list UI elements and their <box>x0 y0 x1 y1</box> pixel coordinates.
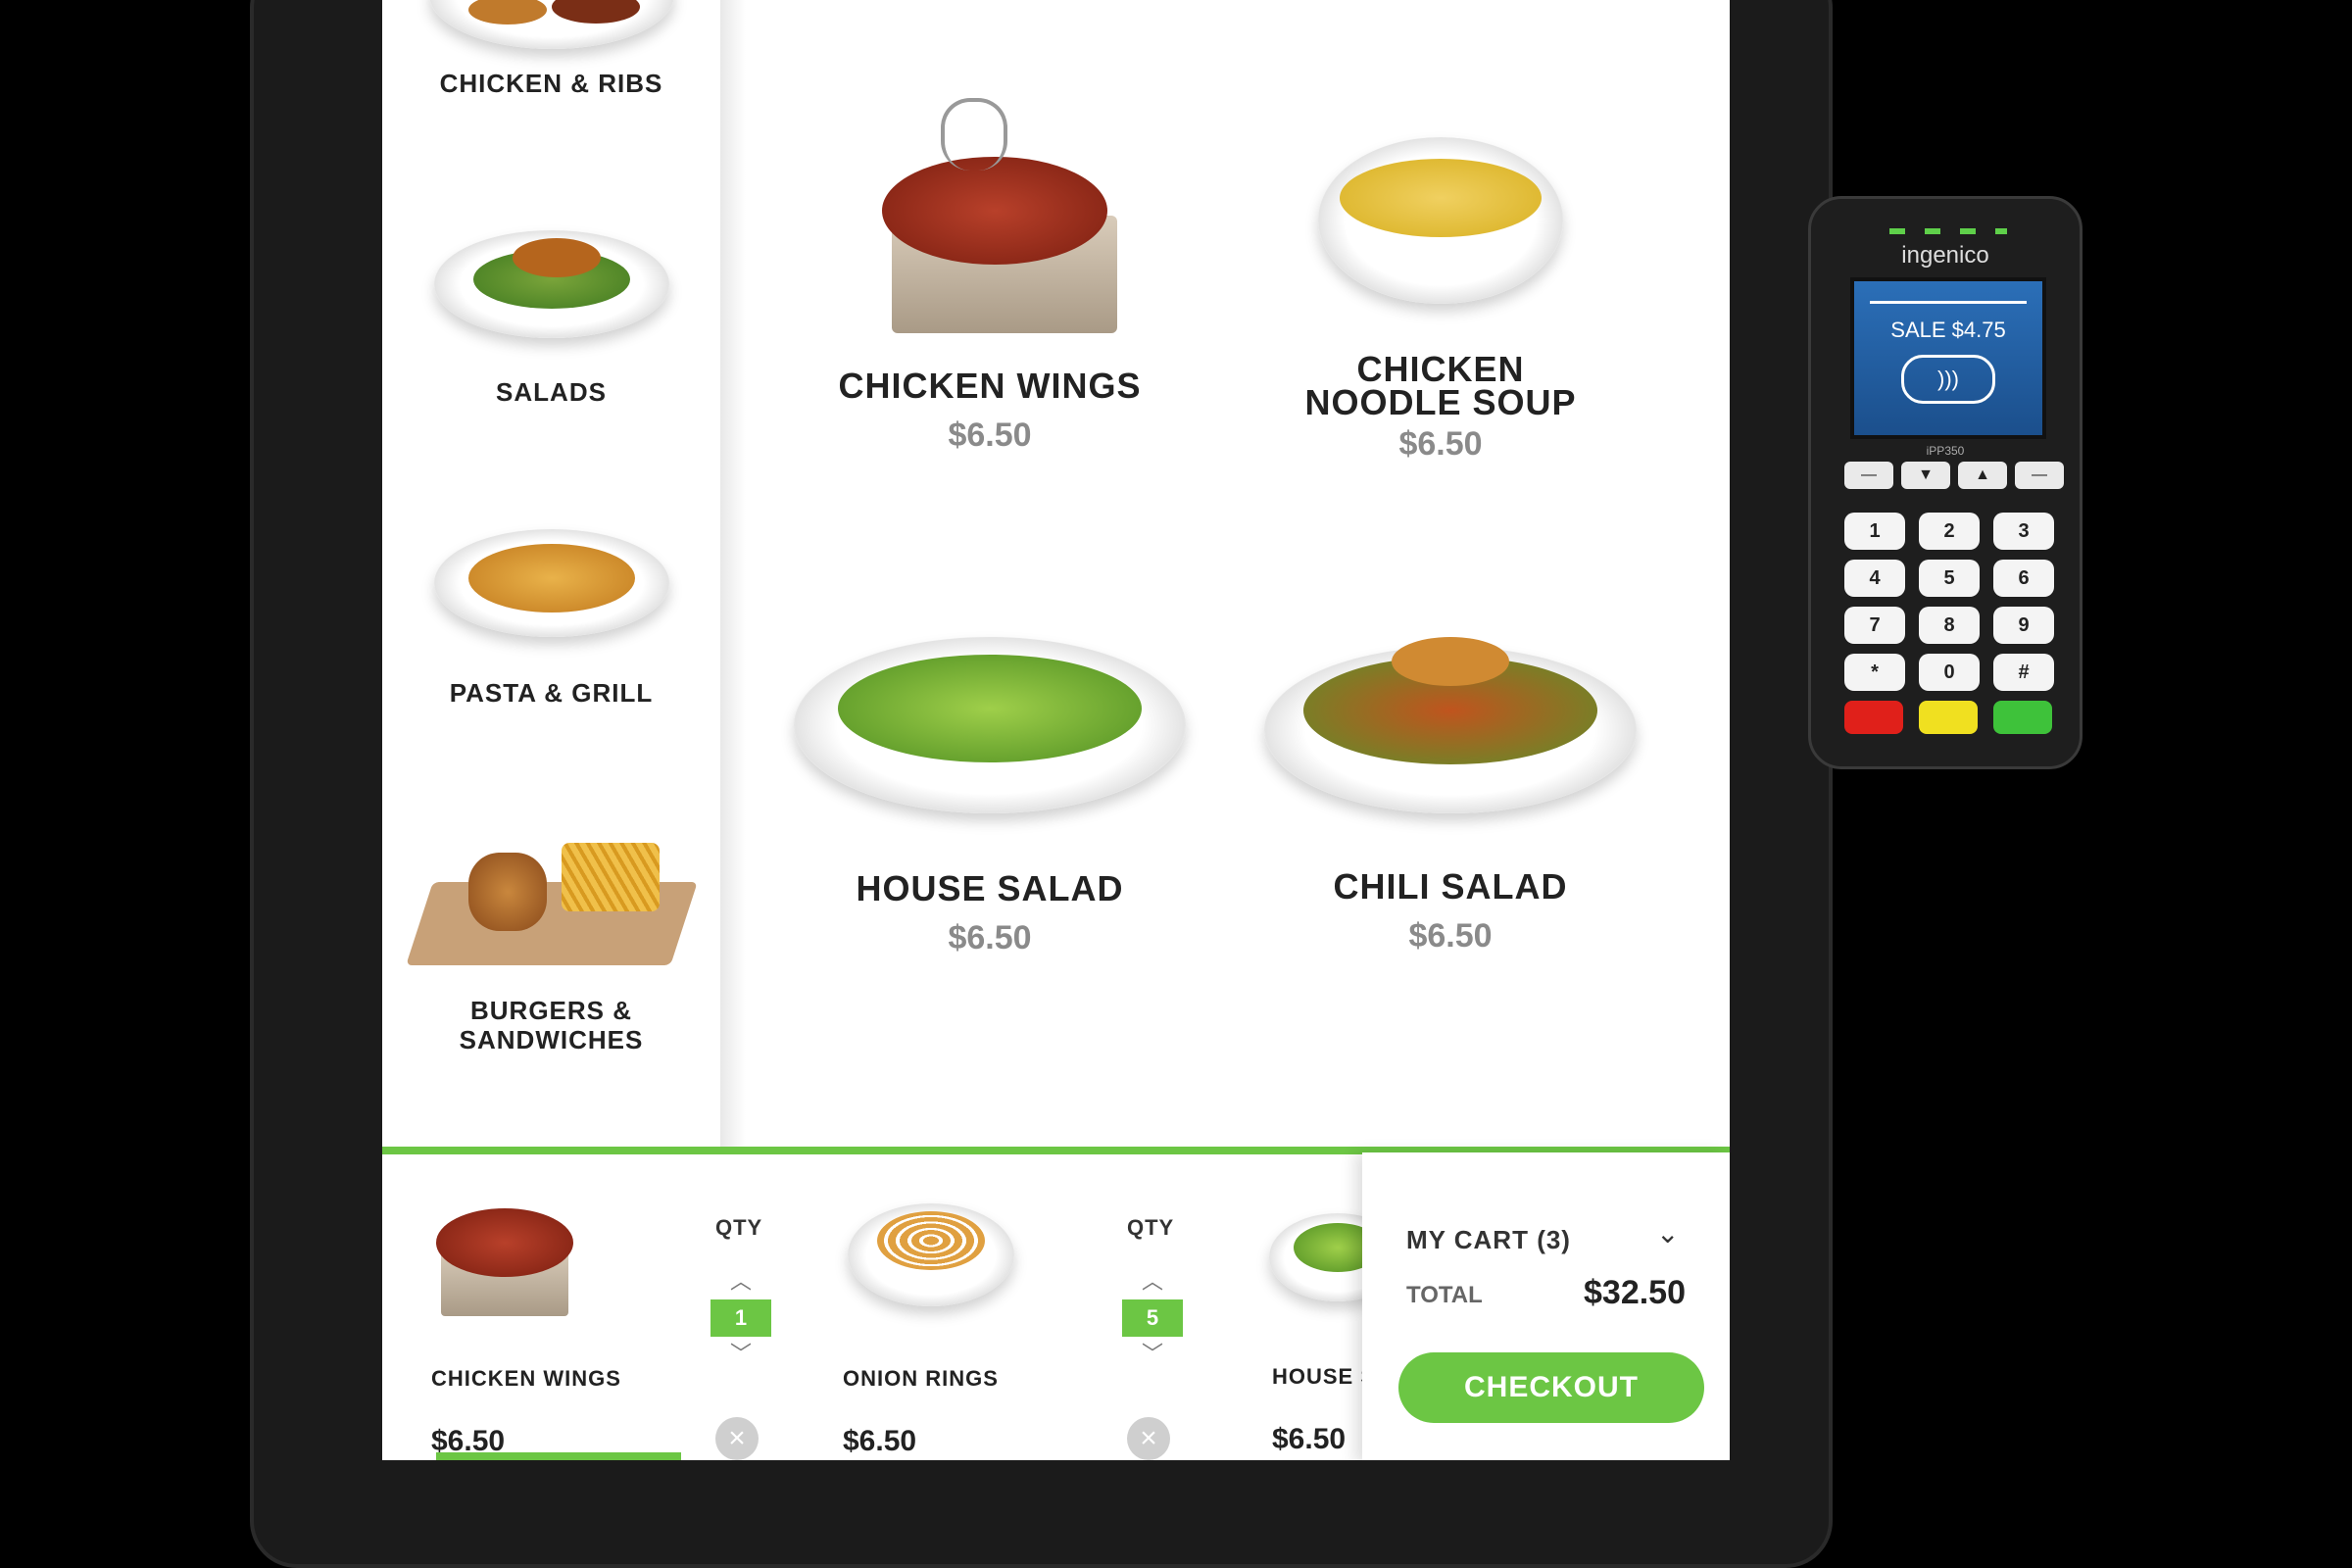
menu-item-chicken-wings[interactable]: CHICKEN WINGS $6.50 <box>779 98 1200 455</box>
status-leds <box>1889 228 2007 234</box>
qty-label: QTY <box>715 1215 763 1240</box>
key-4[interactable]: 4 <box>1844 560 1905 597</box>
category-label: PASTA & GRILL <box>449 678 654 708</box>
house-salad-image <box>794 637 1186 813</box>
burgers-image <box>405 823 698 970</box>
remove-item-button[interactable]: × <box>715 1417 759 1460</box>
category-salads[interactable]: SALADS <box>382 230 720 407</box>
cart-item-onion-rings: QTY ︿ 5 ﹀ ONION RINGS $6.50 × <box>804 1154 1227 1460</box>
item-name: HOUSE SALAD <box>856 868 1124 908</box>
qty-increase-button[interactable]: ︿ <box>1122 1264 1183 1296</box>
cart-item-image <box>848 1203 1014 1306</box>
qty-value[interactable]: 5 <box>1122 1299 1183 1337</box>
terminal-fkey[interactable]: — <box>2015 462 2064 489</box>
menu-grid: CHICKEN WINGS $6.50 CHICKEN NOODLE SOUP … <box>720 0 1730 1147</box>
cart-bar: QTY ︿ 1 ﹀ CHICKEN WINGS $6.50 × QTY ︿ 5 … <box>382 1147 1730 1460</box>
category-sidebar: CHICKEN & RIBS SALADS PASTA & GRILL BURG… <box>382 0 720 1147</box>
chicken-noodle-soup-image <box>1318 137 1563 304</box>
terminal-model: iPP350 <box>1926 444 1965 458</box>
qty-decrease-button[interactable]: ﹀ <box>1122 1337 1183 1368</box>
menu-item-chili-salad[interactable]: CHILI SALAD $6.50 <box>1240 637 1661 956</box>
enter-key[interactable] <box>1993 701 2052 734</box>
sale-label: SALE <box>1890 318 1946 342</box>
cart-item-image <box>431 1184 578 1321</box>
item-name: CHICKEN WINGS <box>838 366 1142 406</box>
contactless-icon: ))) <box>1901 355 1995 404</box>
cart-item-price: $6.50 <box>843 1425 917 1457</box>
chili-salad-image <box>1264 637 1637 813</box>
cart-summary: MY CART (3) ⌄ TOTAL $32.50 CHECKOUT <box>1362 1152 1730 1460</box>
key-8[interactable]: 8 <box>1919 607 1980 644</box>
chicken-wings-image <box>853 98 1127 348</box>
close-icon: × <box>1140 1422 1157 1454</box>
item-price: $6.50 <box>1408 917 1493 955</box>
payment-terminal: ingenico SALE $4.75 ))) iPP350 — ▼ ▲ — 1… <box>1808 196 2082 769</box>
cart-item-chicken-wings: QTY ︿ 1 ﹀ CHICKEN WINGS $6.50 × <box>382 1154 806 1460</box>
key-5[interactable]: 5 <box>1919 560 1980 597</box>
category-label: SALADS <box>496 377 607 407</box>
key-6[interactable]: 6 <box>1993 560 2054 597</box>
sale-amount: $4.75 <box>1951 318 2006 342</box>
key-1[interactable]: 1 <box>1844 513 1905 550</box>
menu-item-house-salad[interactable]: HOUSE SALAD $6.50 <box>779 637 1200 957</box>
category-pasta-grill[interactable]: PASTA & GRILL <box>382 529 720 708</box>
cart-item-name: ONION RINGS <box>843 1366 999 1391</box>
close-icon: × <box>728 1422 746 1454</box>
key-3[interactable]: 3 <box>1993 513 2054 550</box>
key-hash[interactable]: # <box>1993 654 2054 691</box>
pasta-grill-image <box>433 529 669 637</box>
item-name-line1: CHICKEN <box>1356 349 1525 389</box>
cart-title: MY CART (3) <box>1406 1225 1571 1254</box>
terminal-brand: ingenico <box>1901 242 1989 269</box>
key-0[interactable]: 0 <box>1919 654 1980 691</box>
chevron-down-icon[interactable]: ⌄ <box>1656 1217 1679 1250</box>
category-label-line1: BURGERS & <box>469 996 632 1025</box>
checkout-button[interactable]: CHECKOUT <box>1398 1352 1704 1423</box>
menu-item-chicken-noodle-soup[interactable]: CHICKEN NOODLE SOUP $6.50 <box>1230 137 1651 464</box>
clear-key[interactable] <box>1919 701 1978 734</box>
item-name-line2: NOODLE SOUP <box>1304 382 1577 422</box>
cancel-key[interactable] <box>1844 701 1903 734</box>
qty-increase-button[interactable]: ︿ <box>710 1264 771 1296</box>
total-label: TOTAL <box>1406 1282 1483 1308</box>
key-9[interactable]: 9 <box>1993 607 2054 644</box>
arrow-down-icon[interactable]: ▼ <box>1901 462 1950 489</box>
total-value: $32.50 <box>1584 1274 1686 1311</box>
kiosk-screen: CHICKEN & RIBS SALADS PASTA & GRILL BURG… <box>382 0 1730 1460</box>
scroll-indicator <box>436 1452 681 1460</box>
key-2[interactable]: 2 <box>1919 513 1980 550</box>
terminal-display: SALE $4.75 ))) <box>1850 277 2046 439</box>
salads-image <box>433 230 669 338</box>
item-price: $6.50 <box>1398 425 1483 463</box>
qty-value[interactable]: 1 <box>710 1299 771 1337</box>
terminal-fkey[interactable]: — <box>1844 462 1893 489</box>
item-name: CHILI SALAD <box>1333 866 1568 906</box>
chicken-ribs-image <box>428 0 674 49</box>
category-label: CHICKEN & RIBS <box>439 69 663 98</box>
qty-label: QTY <box>1127 1215 1175 1240</box>
qty-decrease-button[interactable]: ﹀ <box>710 1337 771 1368</box>
cart-item-name: HOUSE S <box>1272 1364 1377 1389</box>
key-7[interactable]: 7 <box>1844 607 1905 644</box>
category-burgers-sandwiches[interactable]: BURGERS & SANDWICHES <box>382 823 720 1054</box>
cart-item-price: $6.50 <box>1272 1423 1347 1455</box>
item-price: $6.50 <box>948 919 1032 956</box>
category-label-line2: SANDWICHES <box>459 1025 644 1054</box>
remove-item-button[interactable]: × <box>1127 1417 1170 1460</box>
cart-item-name: CHICKEN WINGS <box>431 1366 621 1391</box>
key-star[interactable]: * <box>1844 654 1905 691</box>
arrow-up-icon[interactable]: ▲ <box>1958 462 2007 489</box>
cart-item-house-salad: HOUSE S $6.50 <box>1225 1154 1406 1460</box>
category-chicken-ribs[interactable]: CHICKEN & RIBS <box>382 0 720 98</box>
item-price: $6.50 <box>948 416 1032 454</box>
